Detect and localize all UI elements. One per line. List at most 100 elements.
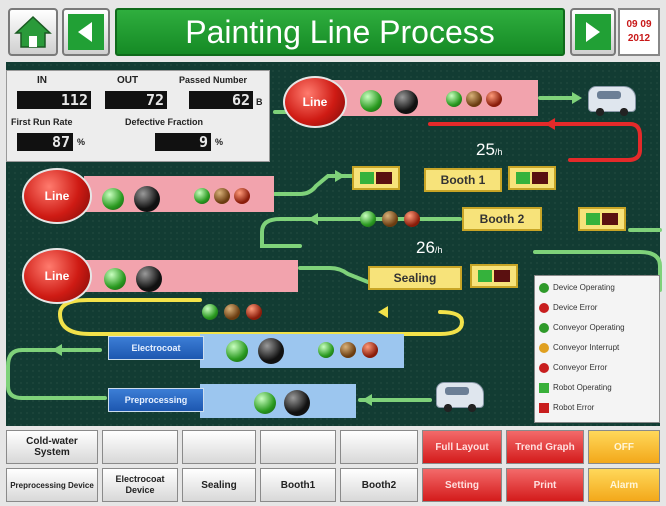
device-status-lamp [254,392,276,414]
cold-water-system-button[interactable]: Cold-water System [6,430,98,464]
conveyor-segment [57,298,465,336]
conveyor-status-lamp [340,342,356,358]
passed-value: 62 [189,91,253,109]
conveyor-status-lamp [214,188,230,204]
blank-button-4[interactable] [340,430,418,464]
passed-number-label: Passed Number [179,75,248,85]
blank-button-3[interactable] [260,430,336,464]
device-status-lamp [134,186,160,212]
preprocessing-strip [200,384,356,418]
conveyor-segment [298,266,370,284]
robot-error-icon [539,402,549,413]
conveyor-status-lamp [382,211,398,227]
defective-fraction-unit: % [215,137,224,147]
legend-label: Conveyor Error [553,363,608,372]
conveyor-status-lamp [318,342,334,358]
line-a-button[interactable]: Line [283,76,347,128]
production-stats: IN OUT Passed Number 112 72 62 B First R… [6,70,270,162]
conveyor-arrow [545,118,555,130]
robot-status-indicator [352,166,400,190]
device-status-lamp [226,340,248,362]
conveyor-segment [428,122,642,162]
conveyor-status-lamp [466,91,482,107]
booth1-rate: 25/h [476,140,502,160]
line-b-button[interactable]: Line [22,168,92,224]
car-icon [436,382,484,412]
booth2-button[interactable]: Booth 2 [462,207,542,231]
conveyor-status-lamp [234,188,250,204]
rate2-value: 26 [416,238,435,257]
legend-label: Robot Error [553,403,595,412]
legend-label: Device Error [553,303,598,312]
trend-graph-button[interactable]: Trend Graph [506,430,584,464]
legend-row: Conveyor Operating [539,320,659,336]
rate2-unit: /h [434,245,443,255]
booth1-button[interactable]: Booth 1 [424,168,502,192]
first-run-rate-unit: % [77,137,86,147]
conveyor-arrow [378,306,388,318]
full-layout-button[interactable]: Full Layout [422,430,502,464]
sealing-rate: 26/h [416,238,442,258]
conveyor-arrow [308,213,318,225]
booth2-nav-button[interactable]: Booth2 [340,468,418,502]
robot-status-indicator [578,207,626,231]
legend-label: Conveyor Operating [553,323,625,332]
sealing-button[interactable]: Sealing [368,266,462,290]
conveyor-status-lamp [202,304,218,320]
conveyor-status-lamp [362,342,378,358]
device-operating-icon [539,282,549,293]
booth1-nav-button[interactable]: Booth1 [260,468,336,502]
blank-button-2[interactable] [182,430,256,464]
device-error-icon [539,302,549,313]
alarm-button[interactable]: Alarm [588,468,660,502]
conveyor-arrow [362,394,372,406]
hmi-screen: Painting Line Process 09 09 2012 IN OUT … [0,0,666,506]
blank-button-1[interactable] [102,430,178,464]
device-status-lamp [136,266,162,292]
electrocoat-button[interactable]: Electrocoat [108,336,204,360]
conveyor-status-lamp [194,188,210,204]
legend-row: Conveyor Interrupt [539,340,659,356]
electrocoat-device-button[interactable]: Electrocoat Device [102,468,178,502]
in-value: 112 [17,91,91,109]
legend-row: Device Operating [539,280,659,296]
off-button[interactable]: OFF [588,430,660,464]
sealing-nav-button[interactable]: Sealing [182,468,256,502]
device-status-lamp [102,188,124,210]
robot-operating-icon [539,382,549,393]
device-status-lamp [284,390,310,416]
line-c-button[interactable]: Line [22,248,92,304]
passed-unit: B [256,97,263,107]
conveyor-error-icon [539,362,549,373]
legend-label: Robot Operating [553,383,612,392]
print-button[interactable]: Print [506,468,584,502]
preprocessing-button[interactable]: Preprocessing [108,388,204,412]
robot-status-indicator [470,264,518,288]
setting-button[interactable]: Setting [422,468,502,502]
device-status-lamp [394,90,418,114]
first-run-rate-value: 87 [17,133,73,151]
rate1-unit: /h [494,147,503,157]
device-status-lamp [104,268,126,290]
conveyor-arrow [52,344,62,356]
conveyor-arrow [335,170,345,182]
conveyor-status-lamp [246,304,262,320]
line-a-strip [316,80,538,116]
conveyor-status-lamp [224,304,240,320]
conveyor-interrupt-icon [539,342,549,353]
conveyor-status-lamp [360,211,376,227]
legend-label: Conveyor Interrupt [553,343,620,352]
legend-row: Robot Error [539,400,659,416]
preprocessing-device-button[interactable]: Preprocessing Device [6,468,98,502]
legend-label: Device Operating [553,283,615,292]
conveyor-status-lamp [404,211,420,227]
conveyor-status-lamp [486,91,502,107]
device-status-lamp [360,90,382,112]
legend-row: Robot Operating [539,380,659,396]
car-icon [588,86,636,116]
conveyor-status-lamp [446,91,462,107]
conveyor-segment [6,348,107,400]
first-run-rate-label: First Run Rate [11,117,73,127]
legend-row: Conveyor Error [539,360,659,376]
legend-row: Device Error [539,300,659,316]
